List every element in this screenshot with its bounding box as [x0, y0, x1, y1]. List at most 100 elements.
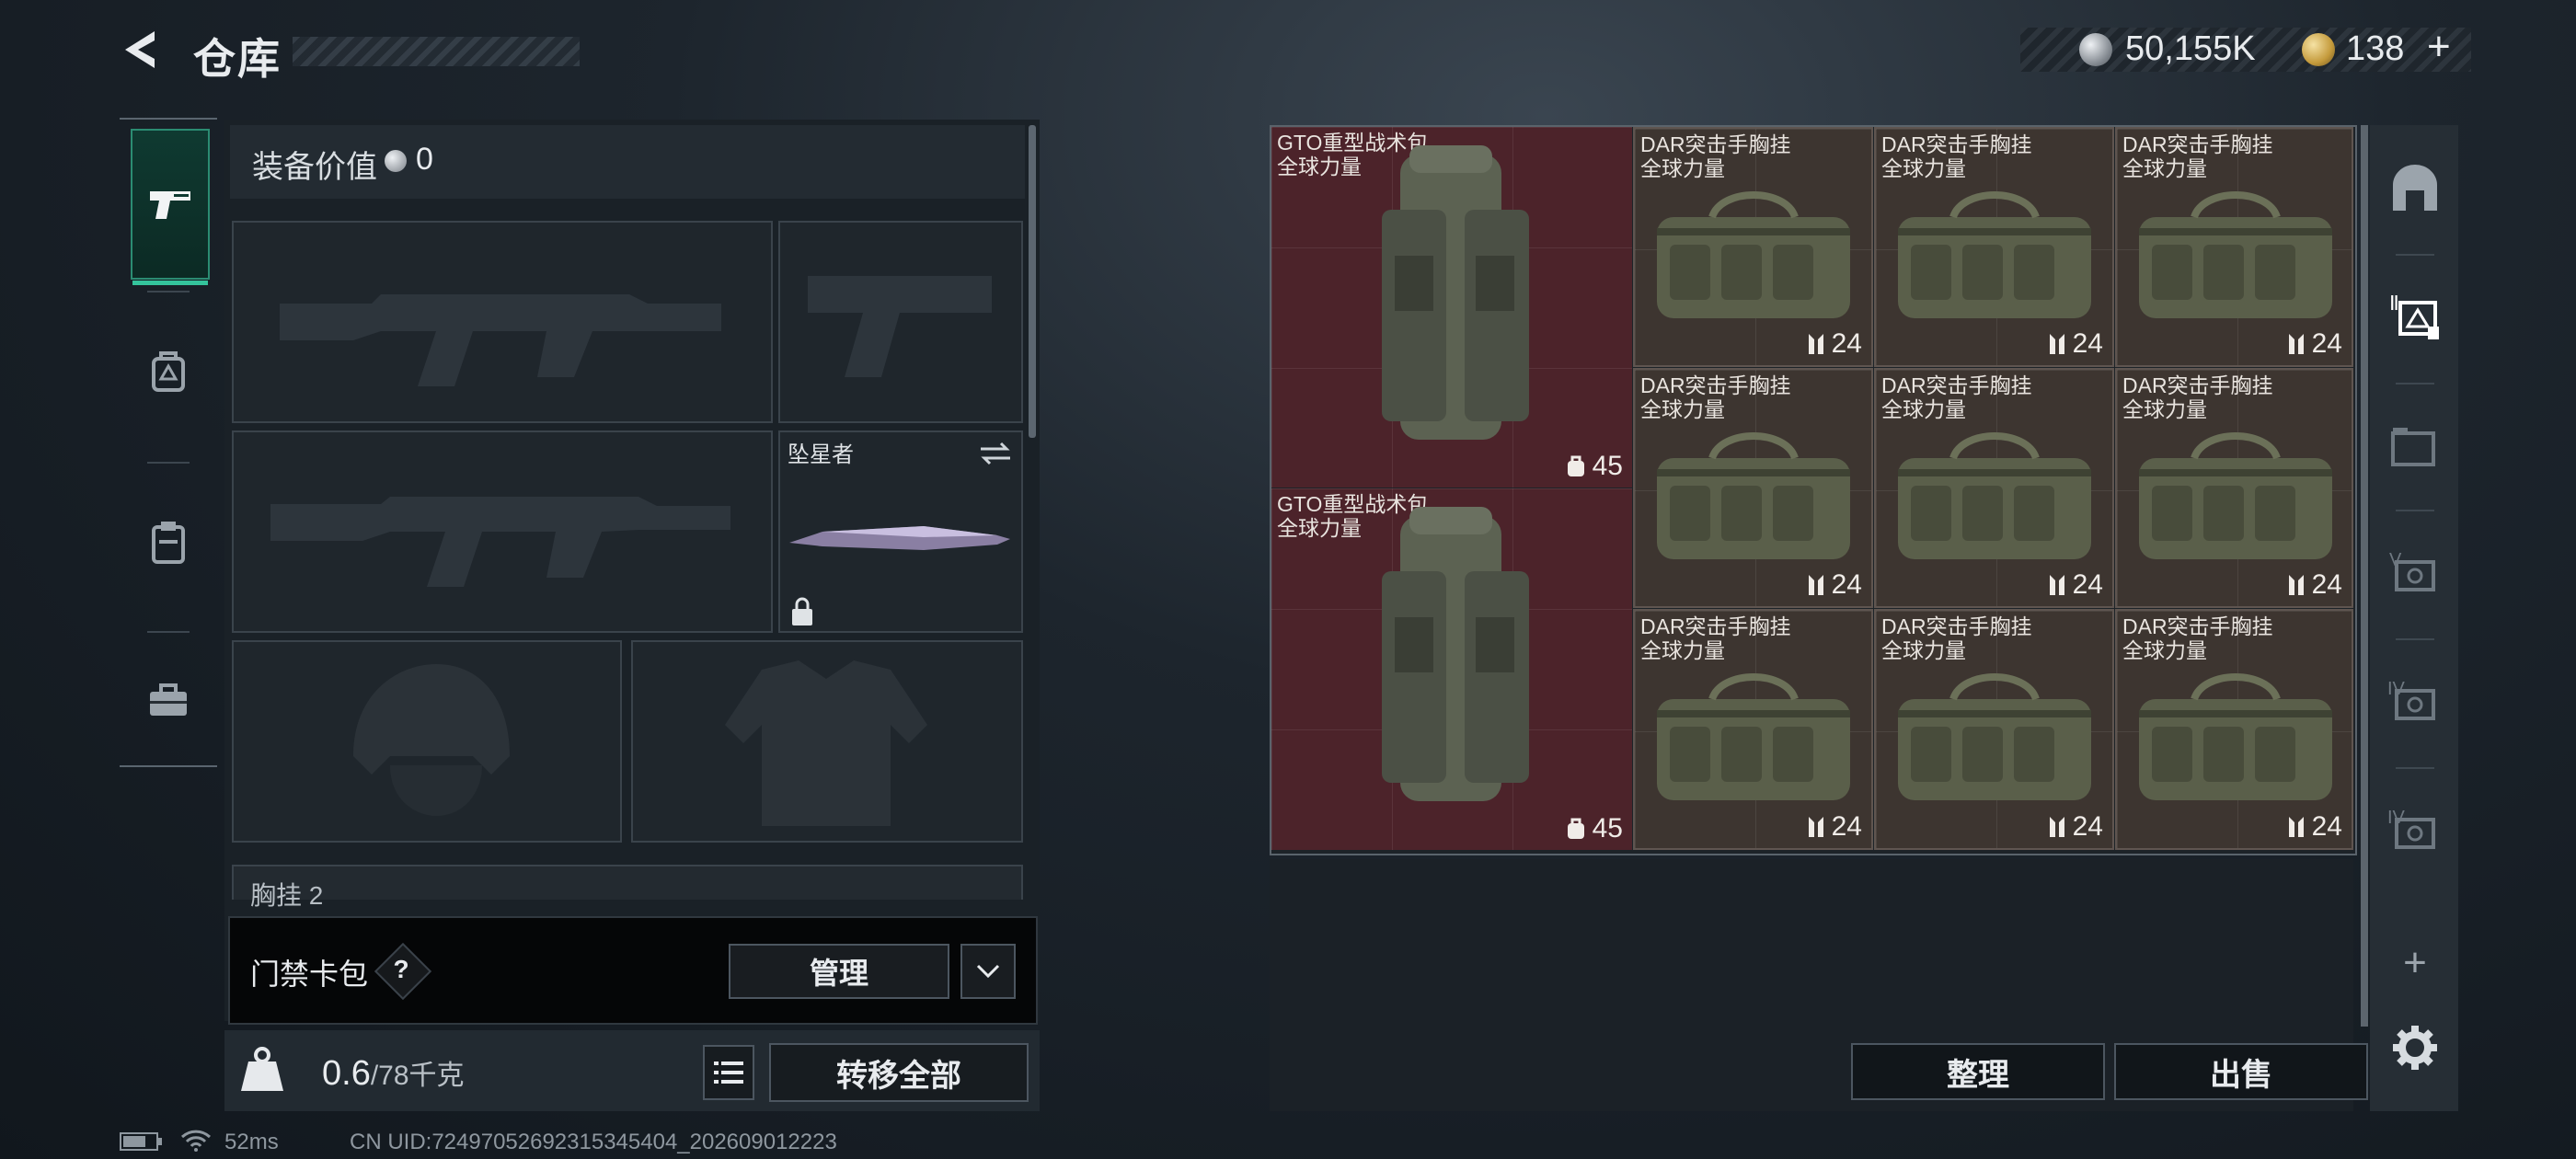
backpack-image	[1382, 507, 1529, 801]
safe-box-icon: V	[2389, 550, 2435, 591]
rail-tab-6[interactable]: IV	[2383, 798, 2447, 863]
item-capacity: 24	[2286, 569, 2342, 601]
transfer-all-button[interactable]: 转移全部	[769, 1043, 1029, 1102]
list-view-button[interactable]	[703, 1045, 754, 1100]
expand-button[interactable]	[960, 944, 1016, 999]
duffel-bag-image	[2139, 673, 2332, 800]
gold-amount: 138	[2346, 29, 2405, 68]
item-capacity: 45	[1565, 813, 1623, 844]
latency: 52ms	[224, 1130, 279, 1154]
storage-item-dar-rig[interactable]: DAR突击手胸挂 全球力量 24	[2115, 609, 2353, 850]
helmet-slot[interactable]	[232, 640, 622, 843]
manage-button[interactable]: 管理	[729, 944, 949, 999]
item-capacity: 45	[1565, 451, 1623, 482]
tab-gear[interactable]	[131, 298, 206, 445]
storage-item-dar-rig[interactable]: DAR突击手胸挂 全球力量 24	[1874, 368, 2114, 608]
weight-readout: 0.6/78千克	[322, 1052, 465, 1094]
item-name: DAR突击手胸挂 全球力量	[1640, 614, 1791, 662]
item-name: DAR突击手胸挂 全球力量	[2122, 614, 2273, 662]
rig-capacity-icon	[2288, 575, 2304, 595]
add-currency-button[interactable]: +	[2427, 24, 2451, 70]
rig-capacity-icon	[2049, 817, 2064, 837]
item-name: DAR突击手胸挂 全球力量	[1640, 373, 1791, 421]
storage-item-dar-rig[interactable]: DAR突击手胸挂 全球力量 24	[1633, 368, 1873, 608]
armor-slot[interactable]	[631, 640, 1023, 843]
item-name: DAR突击手胸挂 全球力量	[2122, 373, 2273, 421]
safe-box-icon: IV	[2387, 679, 2435, 720]
weight-current: 0.6	[322, 1054, 371, 1093]
melee-slot[interactable]: 坠星者	[778, 430, 1023, 633]
item-capacity: 24	[2047, 569, 2103, 601]
pistol-slot[interactable]	[778, 221, 1023, 423]
add-storage-button[interactable]: +	[2383, 931, 2447, 995]
back-button[interactable]	[118, 26, 166, 74]
gear-icon	[2393, 1026, 2437, 1070]
item-name: DAR突击手胸挂 全球力量	[1881, 614, 2032, 662]
helmet-silhouette-icon	[353, 664, 510, 816]
tab-rigs[interactable]	[131, 469, 206, 616]
clipboard-icon	[152, 522, 185, 564]
weight-icon	[236, 1043, 289, 1096]
rig-capacity-icon	[2288, 334, 2304, 354]
item-name: DAR突击手胸挂 全球力量	[1640, 132, 1791, 180]
item-capacity: 24	[1806, 569, 1862, 601]
loadout-scrollbar[interactable]	[1029, 125, 1036, 438]
storage-item-dar-rig[interactable]: DAR突击手胸挂 全球力量 24	[1633, 609, 1873, 850]
folder-icon	[2391, 428, 2435, 466]
primary-weapon-slot-1[interactable]	[232, 221, 773, 423]
help-icon[interactable]: ?	[383, 951, 420, 988]
duffel-bag-image	[1898, 673, 2091, 800]
storage-box-icon: Ⅱ	[2389, 292, 2439, 339]
rig-capacity-icon	[2049, 334, 2064, 354]
chest-rig-row[interactable]	[232, 865, 1023, 900]
rail-tab-2[interactable]: Ⅱ	[2383, 285, 2447, 350]
silver-coin-icon	[2079, 33, 2112, 66]
backpack-capacity-icon	[1567, 818, 1584, 839]
storage-item-gto-backpack[interactable]: GTO重型战术包 全球力量 45	[1271, 488, 1632, 850]
back-arrow-icon	[125, 31, 155, 68]
item-name: DAR突击手胸挂 全球力量	[1881, 132, 2032, 180]
duffel-bag-image	[1657, 191, 1850, 318]
storage-scrollbar-thumb[interactable]	[2361, 125, 2368, 1027]
rail-tab-3[interactable]	[2383, 414, 2447, 478]
duffel-bag-image	[1657, 673, 1850, 800]
pistol-silhouette-icon	[808, 276, 992, 377]
settings-button[interactable]	[2383, 1016, 2447, 1080]
safe-box-icon: IV	[2387, 808, 2435, 849]
lock-icon	[792, 597, 812, 625]
duffel-bag-image	[1657, 432, 1850, 559]
storage-item-dar-rig[interactable]: DAR突击手胸挂 全球力量 24	[1633, 127, 1873, 367]
item-name: DAR突击手胸挂 全球力量	[2122, 132, 2273, 180]
rail-tab-home[interactable]	[2383, 156, 2447, 221]
armor-silhouette-icon	[725, 660, 927, 826]
item-name: DAR突击手胸挂 全球力量	[1881, 373, 2032, 421]
tab-cases[interactable]	[131, 627, 206, 775]
storage-item-dar-rig[interactable]: DAR突击手胸挂 全球力量 24	[2115, 127, 2353, 367]
rail-tab-5[interactable]: IV	[2383, 670, 2447, 734]
swap-icon[interactable]	[977, 440, 1014, 467]
storage-grid: GTO重型战术包 全球力量 45 GTO重型战术包 全球力量 45 DAR突击手…	[1270, 125, 2357, 855]
duffel-bag-image	[2139, 432, 2332, 559]
storage-item-dar-rig[interactable]: DAR突击手胸挂 全球力量 24	[1874, 609, 2114, 850]
rail-tab-4[interactable]: V	[2383, 541, 2447, 605]
gold-coin-icon	[2302, 33, 2335, 66]
rig-capacity-icon	[1808, 817, 1823, 837]
storage-item-gto-backpack[interactable]: GTO重型战术包 全球力量 45	[1271, 127, 1632, 488]
list-icon	[714, 1061, 743, 1084]
home-arch-icon	[2393, 165, 2437, 211]
item-capacity: 24	[2047, 811, 2103, 843]
item-capacity: 24	[2286, 811, 2342, 843]
backpack-icon	[152, 351, 185, 392]
primary-weapon-slot-2[interactable]	[232, 430, 773, 633]
sort-button[interactable]: 整理	[1851, 1043, 2105, 1100]
rig-capacity-icon	[1808, 334, 1823, 354]
silver-amount: 50,155K	[2125, 29, 2256, 68]
tab-weapons[interactable]	[131, 129, 210, 285]
backpack-capacity-icon	[1567, 455, 1584, 476]
page-title: 仓库	[193, 35, 282, 83]
storage-item-dar-rig[interactable]: DAR突击手胸挂 全球力量 24	[1874, 127, 2114, 367]
rifle-silhouette-icon	[270, 497, 730, 587]
sell-button[interactable]: 出售	[2114, 1043, 2368, 1100]
title-decoration	[293, 37, 580, 66]
storage-item-dar-rig[interactable]: DAR突击手胸挂 全球力量 24	[2115, 368, 2353, 608]
